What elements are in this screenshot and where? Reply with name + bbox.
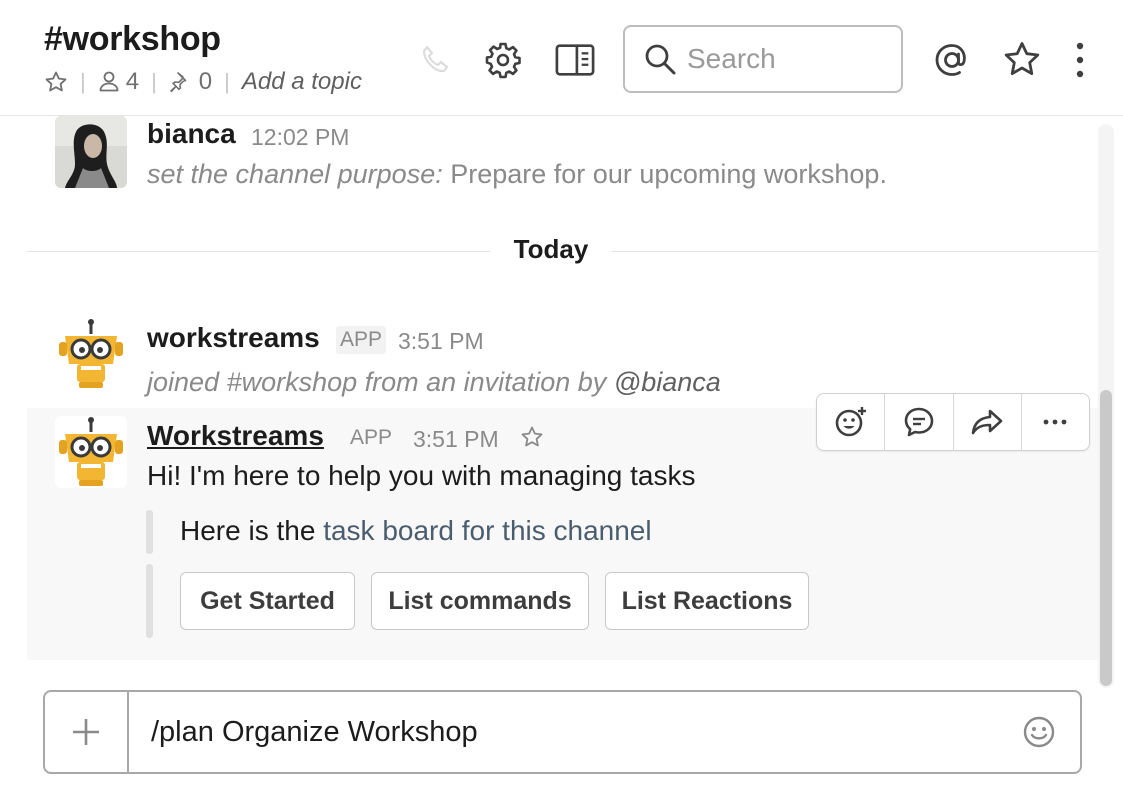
- user-mention[interactable]: @bianca: [614, 367, 721, 397]
- avatar-workstreams-bot[interactable]: [55, 416, 127, 488]
- meta-separator: |: [80, 69, 86, 94]
- system-action: set the channel purpose:: [147, 159, 443, 189]
- share-message-icon[interactable]: [954, 394, 1022, 450]
- list-reactions-button[interactable]: List Reactions: [605, 572, 809, 630]
- message-input[interactable]: /plan Organize Workshop: [151, 716, 478, 749]
- app-badge: APP: [350, 426, 393, 449]
- channel-title[interactable]: #workshop: [44, 20, 221, 59]
- day-divider-label: Today: [490, 234, 612, 265]
- starred-items-icon[interactable]: [1002, 40, 1042, 80]
- add-topic-link[interactable]: Add a topic: [242, 68, 362, 96]
- message-body: Hi! I'm here to help you with managing t…: [147, 460, 696, 491]
- search-icon: [645, 44, 676, 75]
- attachment-bar: [146, 510, 153, 554]
- task-board-link[interactable]: task board for this channel: [323, 515, 651, 546]
- search-box[interactable]: [623, 25, 903, 93]
- channel-header: #workshop | 4 | 0 | Add a topic: [0, 0, 1123, 116]
- star-channel-icon[interactable]: [44, 70, 68, 94]
- join-text: joined #workshop from an invitation by: [147, 367, 607, 397]
- app-badge: APP: [336, 326, 387, 354]
- attachment-prefix: Here is the: [180, 515, 316, 546]
- avatar-workstreams-bot[interactable]: [55, 318, 127, 390]
- pinned-count[interactable]: 0: [169, 68, 212, 96]
- scrollbar-thumb[interactable]: [1100, 390, 1112, 686]
- more-vertical-icon[interactable]: [1060, 40, 1100, 80]
- phone-icon[interactable]: [416, 40, 456, 80]
- sidebar-toggle-icon[interactable]: [555, 40, 595, 80]
- member-count-value: 4: [125, 68, 140, 95]
- meta-separator: |: [151, 69, 157, 94]
- message-composer[interactable]: /plan Organize Workshop: [43, 690, 1082, 774]
- message-author[interactable]: bianca: [147, 118, 236, 150]
- add-reaction-icon[interactable]: [817, 394, 886, 450]
- attachment-bar: [146, 564, 153, 638]
- star-message-icon[interactable]: [520, 425, 544, 454]
- attachment-text: Here is the task board for this channel: [180, 515, 652, 547]
- list-commands-button[interactable]: List commands: [371, 572, 589, 630]
- message-author[interactable]: workstreams: [147, 322, 320, 354]
- message-actions-toolbar: [816, 393, 1090, 451]
- plus-icon[interactable]: [45, 692, 129, 772]
- message-timestamp[interactable]: 12:02 PM: [251, 124, 349, 151]
- message-timestamp[interactable]: 3:51 PM: [398, 328, 484, 355]
- pin-icon: [169, 72, 187, 93]
- message-author[interactable]: Workstreams: [147, 420, 324, 452]
- member-count[interactable]: 4: [98, 68, 139, 96]
- system-message: joined #workshop from an invitation by @…: [147, 367, 721, 398]
- reply-thread-icon[interactable]: [885, 394, 954, 450]
- channel-purpose: Prepare for our upcoming workshop.: [450, 159, 887, 189]
- pinned-count-value: 0: [198, 68, 213, 95]
- emoji-icon[interactable]: [1022, 715, 1056, 754]
- more-actions-icon[interactable]: [1022, 394, 1089, 450]
- at-icon[interactable]: [932, 40, 972, 80]
- gear-icon[interactable]: [483, 40, 523, 80]
- avatar-bianca[interactable]: [55, 116, 127, 188]
- members-icon: [99, 71, 119, 92]
- get-started-button[interactable]: Get Started: [180, 572, 355, 630]
- system-message: set the channel purpose: Prepare for our…: [147, 159, 887, 190]
- channel-meta: | 4 | 0 | Add a topic: [44, 68, 362, 96]
- message-timestamp[interactable]: 3:51 PM: [413, 426, 499, 453]
- meta-separator: |: [224, 69, 230, 94]
- search-input[interactable]: [687, 43, 887, 75]
